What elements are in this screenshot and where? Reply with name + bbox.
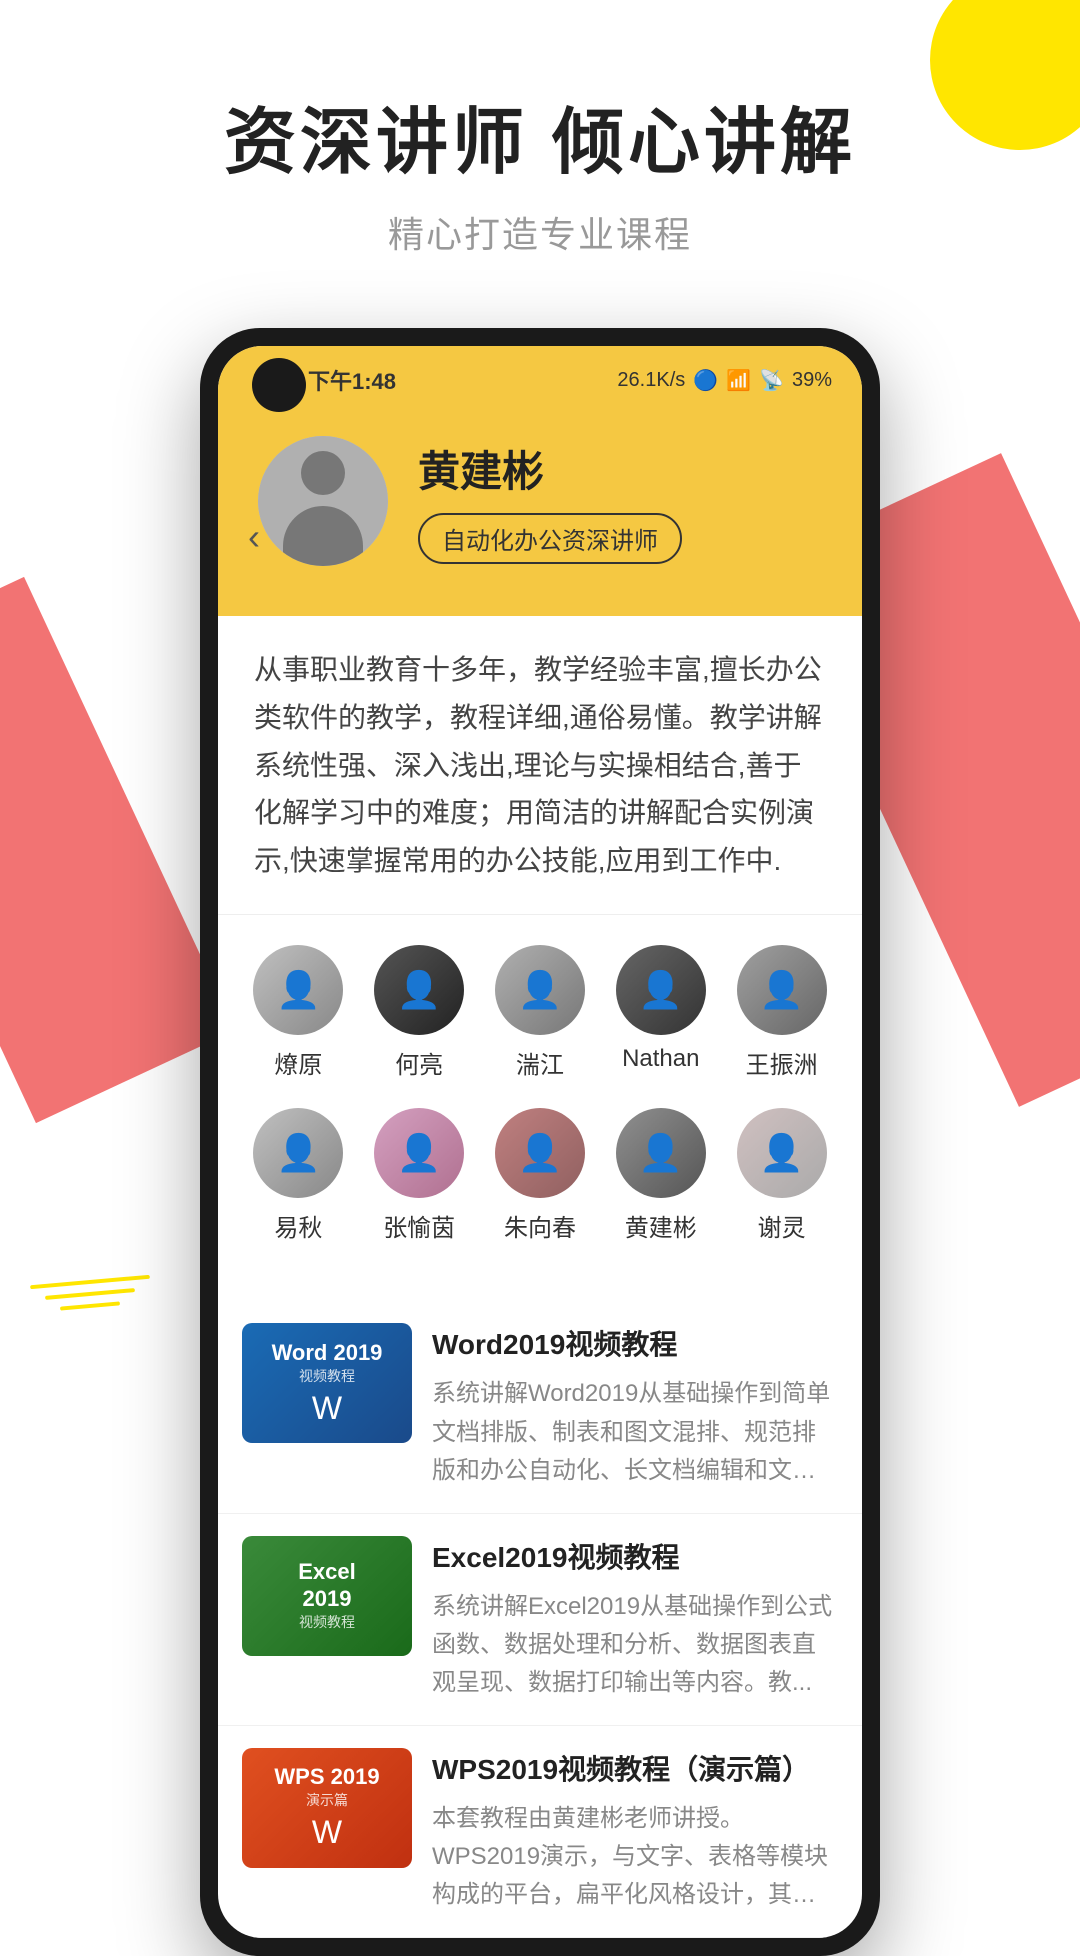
instructors-grid: 👤 燎原 👤 何亮 👤 湍江 <box>218 915 862 1301</box>
instructor-label-1: 燎原 <box>274 1045 322 1080</box>
course-desc-word: 系统讲解Word2019从基础操作到简单文档排版、制表和图文混排、规范排版和办公… <box>432 1375 838 1490</box>
wps-thumb-sub: 演示篇 <box>306 1790 348 1810</box>
instructor-circle-2: 👤 <box>374 945 464 1035</box>
table-row[interactable]: Excel 2019 视频教程 Excel2019视频教程 系统讲解Excel2… <box>218 1514 862 1726</box>
status-time: 下午1:48 <box>308 364 396 396</box>
excel-thumb-year: 2019 <box>303 1586 352 1612</box>
face-3: 👤 <box>495 945 585 1035</box>
instructors-row-2: 👤 易秋 👤 张愉茵 👤 朱向春 <box>238 1108 842 1243</box>
instructor-label-3: 湍江 <box>516 1045 564 1080</box>
bluetooth-icon: 🔵 <box>693 368 718 393</box>
word-icon: W <box>312 1390 342 1427</box>
face-5: 👤 <box>737 945 827 1035</box>
list-item[interactable]: 👤 Nathan <box>607 945 715 1080</box>
word-thumb-sub: 视频教程 <box>299 1366 355 1386</box>
course-thumbnail-wps: WPS 2019 演示篇 W <box>242 1748 412 1868</box>
face-8: 👤 <box>495 1108 585 1198</box>
network-speed: 26.1K/s <box>617 369 685 392</box>
list-item[interactable]: 👤 张愉茵 <box>365 1108 473 1243</box>
instructor-circle-1: 👤 <box>253 945 343 1035</box>
instructor-avatar <box>258 436 388 566</box>
instructor-name: 黄建彬 <box>418 438 822 499</box>
phone-wrapper: 下午1:48 26.1K/s 🔵 📶 📡 39% ‹ 黄建彬 自动化办公资深讲师 <box>0 328 1080 1955</box>
instructor-tag: 自动化办公资深讲师 <box>418 513 682 564</box>
course-desc-wps: 本套教程由黄建彬老师讲授。WPS2019演示，与文字、表格等模块构成的平台，扁平… <box>432 1800 838 1915</box>
list-item[interactable]: 👤 何亮 <box>365 945 473 1080</box>
face-10: 👤 <box>737 1108 827 1198</box>
instructor-label-2: 何亮 <box>395 1045 443 1080</box>
wps-thumb-title: WPS 2019 <box>274 1764 379 1790</box>
instructor-circle-4: 👤 <box>616 945 706 1035</box>
instructor-circle-9: 👤 <box>616 1108 706 1198</box>
phone-frame: 下午1:48 26.1K/s 🔵 📶 📡 39% ‹ 黄建彬 自动化办公资深讲师 <box>200 328 880 1955</box>
status-bar: 下午1:48 26.1K/s 🔵 📶 📡 39% <box>218 346 862 406</box>
course-info-excel: Excel2019视频教程 系统讲解Excel2019从基础操作到公式函数、数据… <box>432 1536 838 1703</box>
face-4: 👤 <box>616 945 706 1035</box>
list-item[interactable]: 👤 王振洲 <box>728 945 836 1080</box>
instructor-circle-6: 👤 <box>253 1108 343 1198</box>
hero-subtitle: 精心打造专业课程 <box>0 206 1080 258</box>
course-list: Word 2019 视频教程 W Word2019视频教程 系统讲解Word20… <box>218 1301 862 1938</box>
face-9: 👤 <box>616 1108 706 1198</box>
instructors-row-1: 👤 燎原 👤 何亮 👤 湍江 <box>238 945 842 1080</box>
instructor-description: 从事职业教育十多年，教学经验丰富,擅长办公类软件的教学，教程详细,通俗易懂。教学… <box>218 616 862 915</box>
battery-level: 39% <box>792 369 832 392</box>
list-item[interactable]: 👤 朱向春 <box>486 1108 594 1243</box>
instructor-circle-8: 👤 <box>495 1108 585 1198</box>
instructor-circle-7: 👤 <box>374 1108 464 1198</box>
instructor-label-10: 谢灵 <box>758 1208 806 1243</box>
instructor-label-7: 张愉茵 <box>383 1208 455 1243</box>
course-title-excel: Excel2019视频教程 <box>432 1536 838 1576</box>
list-item[interactable]: 👤 易秋 <box>244 1108 352 1243</box>
instructor-header: ‹ 黄建彬 自动化办公资深讲师 <box>218 406 862 616</box>
hero-title: 资深讲师 倾心讲解 <box>0 100 1080 186</box>
instructor-label-9: 黄建彬 <box>625 1208 697 1243</box>
thumb-word: Word 2019 视频教程 W <box>242 1323 412 1443</box>
avatar-image <box>258 436 388 566</box>
table-row[interactable]: WPS 2019 演示篇 W WPS2019视频教程（演示篇） 本套教程由黄建彬… <box>218 1726 862 1938</box>
face-2: 👤 <box>374 945 464 1035</box>
thumb-excel: Excel 2019 视频教程 <box>242 1536 412 1656</box>
course-desc-excel: 系统讲解Excel2019从基础操作到公式函数、数据处理和分析、数据图表直观呈现… <box>432 1588 838 1703</box>
list-item[interactable]: 👤 燎原 <box>244 945 352 1080</box>
signal-icon: 📶 <box>726 368 751 393</box>
course-thumbnail-excel: Excel 2019 视频教程 <box>242 1536 412 1656</box>
thumb-wps: WPS 2019 演示篇 W <box>242 1748 412 1868</box>
phone-screen: 下午1:48 26.1K/s 🔵 📶 📡 39% ‹ 黄建彬 自动化办公资深讲师 <box>218 346 862 1937</box>
wps-icon: W <box>312 1814 342 1851</box>
course-title-wps: WPS2019视频教程（演示篇） <box>432 1748 838 1788</box>
list-item[interactable]: 👤 谢灵 <box>728 1108 836 1243</box>
instructor-label-8: 朱向春 <box>504 1208 576 1243</box>
instructor-circle-10: 👤 <box>737 1108 827 1198</box>
instructor-label-5: 王振洲 <box>746 1045 818 1080</box>
course-info-wps: WPS2019视频教程（演示篇） 本套教程由黄建彬老师讲授。WPS2019演示，… <box>432 1748 838 1915</box>
instructor-circle-3: 👤 <box>495 945 585 1035</box>
course-thumbnail-word: Word 2019 视频教程 W <box>242 1323 412 1443</box>
status-icons: 26.1K/s 🔵 📶 📡 39% <box>617 368 832 393</box>
course-info-word: Word2019视频教程 系统讲解Word2019从基础操作到简单文档排版、制表… <box>432 1323 838 1490</box>
hero-section: 资深讲师 倾心讲解 精心打造专业课程 <box>0 0 1080 298</box>
phone-camera-notch <box>252 358 306 412</box>
excel-thumb-title: Excel <box>298 1559 356 1585</box>
instructor-circle-5: 👤 <box>737 945 827 1035</box>
list-item[interactable]: 👤 黄建彬 <box>607 1108 715 1243</box>
excel-thumb-sub: 视频教程 <box>299 1612 355 1632</box>
wifi-icon: 📡 <box>759 368 784 393</box>
instructor-info: 黄建彬 自动化办公资深讲师 <box>418 438 822 564</box>
word-thumb-title: Word 2019 <box>272 1340 383 1366</box>
instructor-label-nathan: Nathan <box>622 1045 699 1073</box>
table-row[interactable]: Word 2019 视频教程 W Word2019视频教程 系统讲解Word20… <box>218 1301 862 1513</box>
face-1: 👤 <box>253 945 343 1035</box>
course-title-word: Word2019视频教程 <box>432 1323 838 1363</box>
list-item[interactable]: 👤 湍江 <box>486 945 594 1080</box>
instructor-label-6: 易秋 <box>274 1208 322 1243</box>
face-6: 👤 <box>253 1108 343 1198</box>
face-7: 👤 <box>374 1108 464 1198</box>
